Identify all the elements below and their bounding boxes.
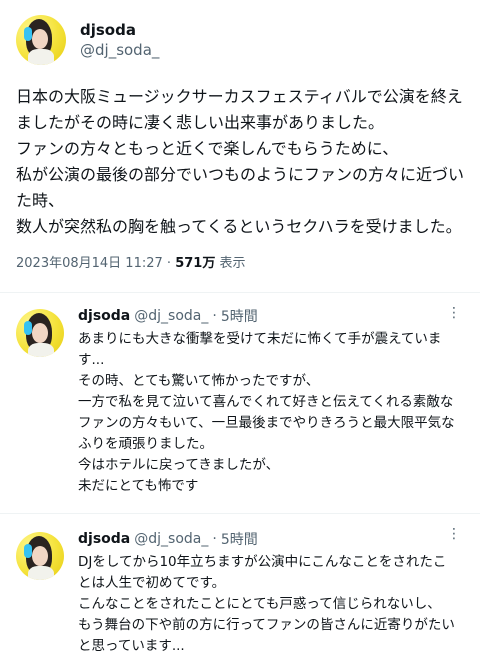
more-options-icon[interactable]: ⋮ (447, 526, 462, 542)
handle[interactable]: @dj_soda_ (134, 308, 208, 324)
display-name[interactable]: djsoda (78, 531, 130, 547)
reply-text: あまりにも大きな衝撃を受けて未だに怖くて手が震えています... その時、とても驚… (78, 331, 455, 494)
reply-header: djsoda @dj_soda_ · 5時間 (78, 305, 464, 327)
handle[interactable]: @dj_soda_ (80, 40, 159, 60)
views-label: 表示 (219, 256, 246, 271)
tweet-date[interactable]: 2023年08月14日 11:27 (16, 256, 163, 271)
display-name[interactable]: djsoda (80, 20, 159, 40)
separator: · (212, 531, 217, 547)
handle[interactable]: @dj_soda_ (134, 531, 208, 547)
reply[interactable]: djsoda @dj_soda_ · 5時間 あまりにも大きな衝撃を受けて未だに… (0, 293, 480, 507)
tweet-thread: djsoda @dj_soda_ 日本の大阪ミュージックサーカスフェスティバルで… (0, 0, 480, 661)
reply[interactable]: djsoda @dj_soda_ · 5時間 DJをしてから10年立ちますが公演… (0, 514, 480, 661)
meta-separator: · (166, 256, 172, 271)
display-name[interactable]: djsoda (78, 308, 130, 324)
more-options-icon[interactable]: ⋮ (447, 305, 462, 321)
timestamp[interactable]: 5時間 (221, 306, 258, 326)
timestamp[interactable]: 5時間 (221, 529, 258, 549)
avatar[interactable] (16, 532, 64, 580)
tweet-text: 日本の大阪ミュージックサーカスフェスティバルで公演を終えましたがその時に凄く悲し… (16, 87, 465, 236)
avatar[interactable] (16, 15, 66, 65)
separator: · (212, 308, 217, 324)
main-tweet: djsoda @dj_soda_ 日本の大阪ミュージックサーカスフェスティバルで… (0, 0, 480, 274)
reply-text: DJをしてから10年立ちますが公演中にこんなことをされたことは人生で初めてです。… (78, 554, 455, 654)
views-count: 571万 (175, 256, 216, 271)
tweet-header: djsoda @dj_soda_ (16, 12, 464, 68)
tweet-meta: 2023年08月14日 11:27 · 571万 表示 (16, 254, 464, 274)
author-names: djsoda @dj_soda_ (80, 20, 159, 60)
reply-header: djsoda @dj_soda_ · 5時間 (78, 528, 464, 550)
avatar[interactable] (16, 309, 64, 357)
